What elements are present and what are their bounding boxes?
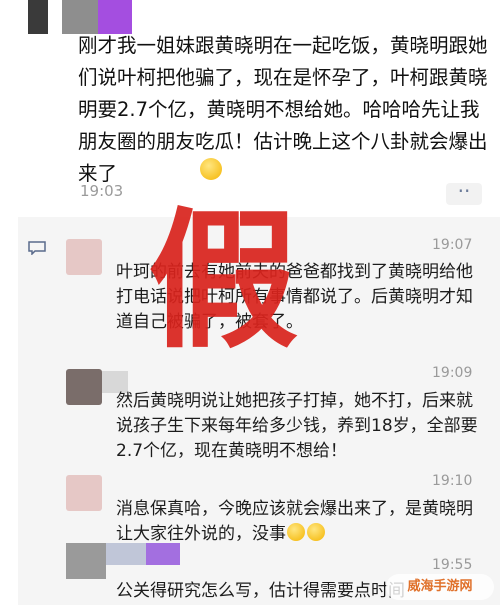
comment-avatar[interactable] [66, 475, 102, 511]
post-text: 刚才我一姐妹跟黄晓明在一起吃饭，黄晓明跟她们说叶柯把他骗了，现在是怀孕了，叶柯跟… [78, 34, 488, 185]
comment-avatar[interactable] [66, 543, 106, 579]
comment-icon [28, 241, 46, 255]
avatar-blurred [146, 543, 180, 565]
comment-time: 19:07 [432, 237, 473, 253]
site-watermark: 威海手游网 [386, 574, 494, 600]
avatar-blurred [28, 0, 48, 34]
comment-text: 然后黄晓明说让她把孩子打掉，她不打，后来就说孩子生下来每年给多少钱，养到18岁，… [116, 391, 478, 461]
avatar-blurred [62, 0, 98, 34]
fake-stamp-overlay: 假 [148, 195, 299, 369]
comment-avatar[interactable] [66, 369, 102, 405]
avatar-blurred [98, 0, 132, 34]
comment-avatar[interactable] [66, 239, 102, 275]
comment-text: 消息保真哈，今晚应该就会爆出来了，是黄晓明让大家往外说的，没事 [116, 499, 473, 544]
avatar-blurred [106, 543, 146, 565]
comment-time: 19:09 [432, 365, 473, 381]
moments-post: 刚才我一姐妹跟黄晓明在一起吃饭，黄晓明跟她们说叶柯把他骗了，现在是怀孕了，叶柯跟… [0, 0, 500, 215]
emoji-icon [307, 523, 325, 541]
more-options-button[interactable]: ·· [446, 181, 482, 205]
post-time: 19:03 [80, 182, 124, 200]
emoji-icon [287, 523, 305, 541]
laughing-emoji-icon [200, 158, 222, 180]
comment-time: 19:10 [432, 473, 473, 489]
comment-time: 19:55 [432, 557, 473, 573]
